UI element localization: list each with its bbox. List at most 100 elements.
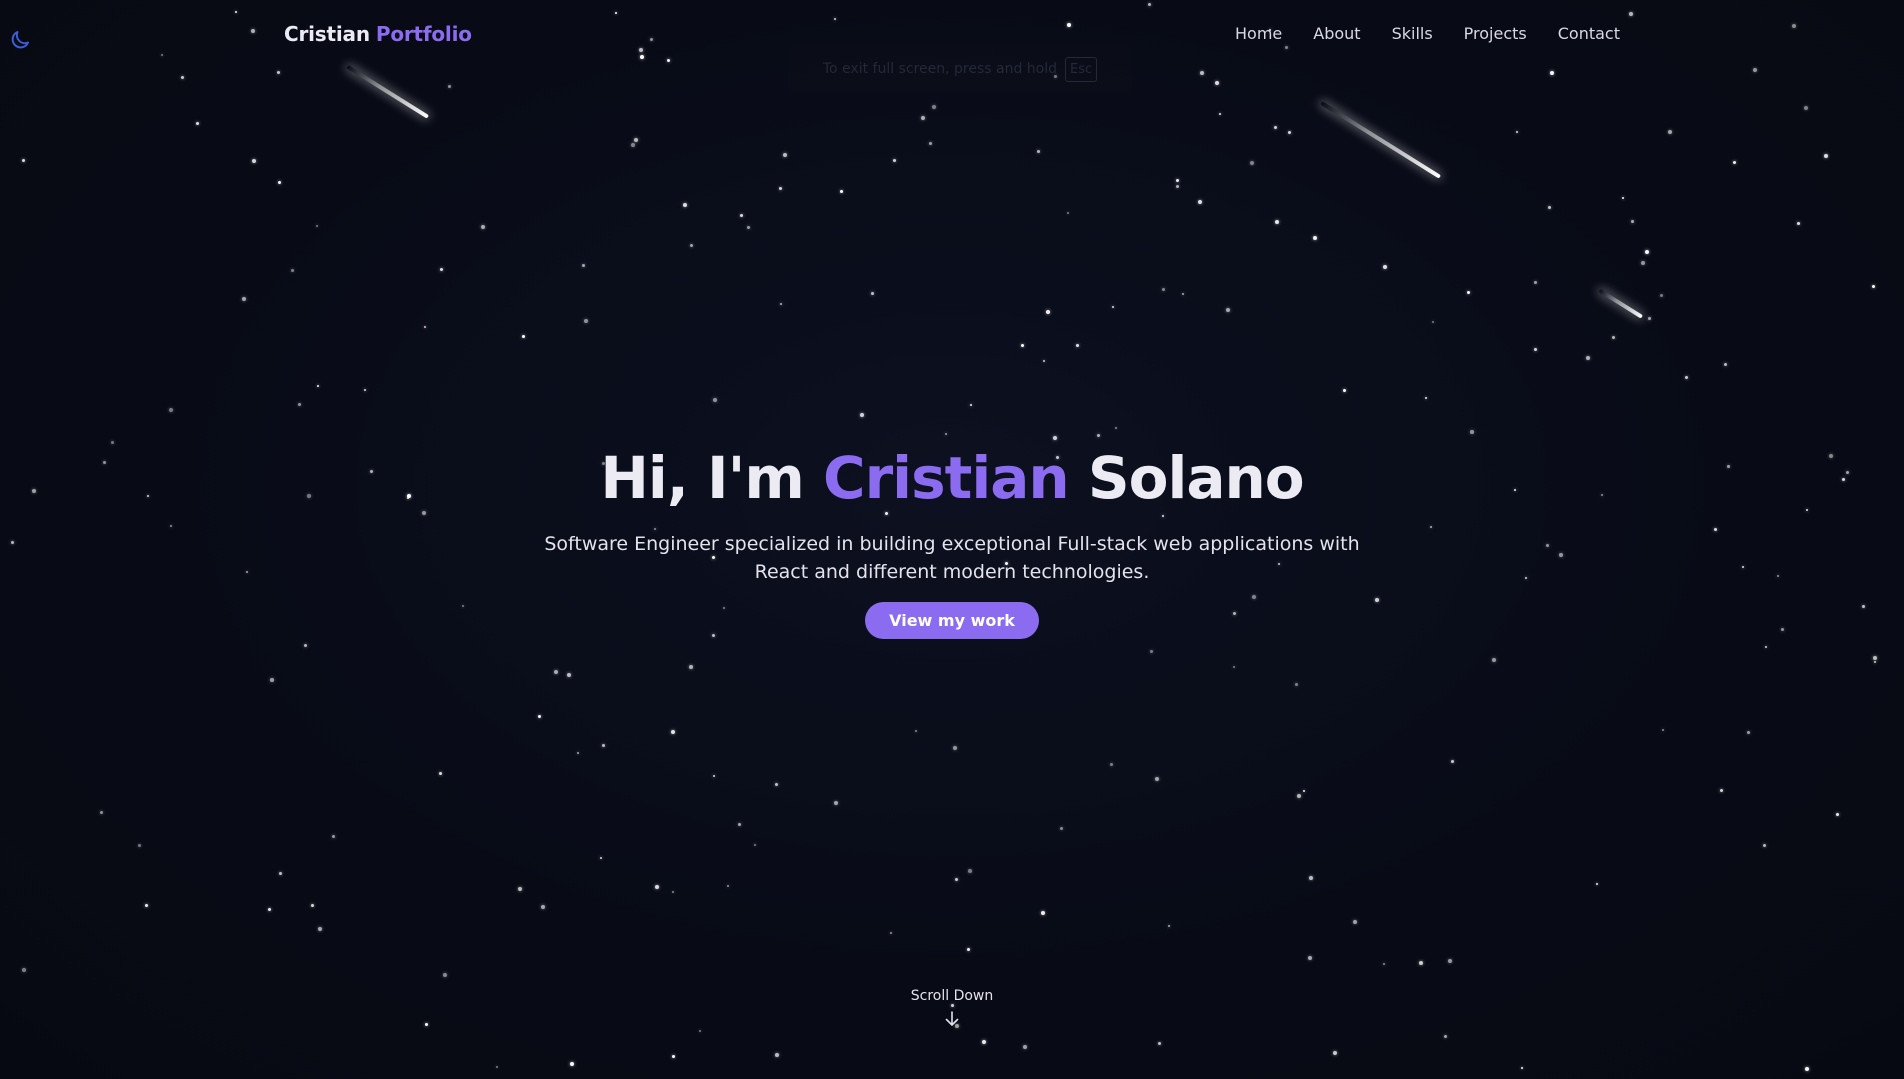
star bbox=[775, 783, 778, 786]
star bbox=[967, 948, 970, 951]
star bbox=[921, 116, 925, 120]
star bbox=[689, 665, 693, 669]
hero-tagline: Software Engineer specialized in buildin… bbox=[544, 533, 1360, 583]
star bbox=[1548, 206, 1551, 209]
star bbox=[713, 398, 717, 402]
arrow-down-icon bbox=[945, 1011, 959, 1026]
nav-projects[interactable]: Projects bbox=[1464, 24, 1527, 43]
star bbox=[655, 885, 659, 889]
star bbox=[779, 187, 782, 190]
moon-icon bbox=[11, 31, 29, 49]
star bbox=[1297, 794, 1301, 798]
view-my-work-button[interactable]: View my work bbox=[865, 602, 1039, 639]
star bbox=[740, 214, 743, 217]
nav-contact[interactable]: Contact bbox=[1558, 24, 1620, 43]
star bbox=[1550, 71, 1554, 75]
scroll-down-link[interactable]: Scroll Down bbox=[0, 988, 1904, 1028]
star bbox=[316, 225, 318, 227]
star bbox=[1158, 1042, 1161, 1045]
star bbox=[775, 1053, 779, 1057]
star bbox=[1685, 376, 1688, 379]
star bbox=[1115, 427, 1117, 429]
nav-about[interactable]: About bbox=[1313, 24, 1360, 43]
star bbox=[672, 1055, 675, 1058]
star bbox=[1733, 161, 1736, 164]
star bbox=[1041, 911, 1045, 915]
star bbox=[834, 18, 836, 20]
star bbox=[699, 1030, 701, 1032]
star bbox=[970, 404, 972, 406]
star bbox=[1285, 46, 1288, 49]
nav-skills[interactable]: Skills bbox=[1392, 24, 1433, 43]
star bbox=[683, 203, 687, 207]
theme-toggle-button[interactable] bbox=[8, 28, 32, 52]
star bbox=[1182, 293, 1184, 295]
star bbox=[672, 891, 674, 893]
star bbox=[932, 105, 936, 109]
star bbox=[1353, 920, 1357, 924]
star bbox=[332, 835, 335, 838]
star bbox=[1275, 220, 1279, 224]
star bbox=[577, 752, 579, 754]
star bbox=[1219, 113, 1221, 115]
star bbox=[1648, 317, 1651, 320]
nav-home[interactable]: Home bbox=[1235, 24, 1282, 43]
star bbox=[1097, 434, 1100, 437]
star bbox=[291, 269, 294, 272]
star bbox=[161, 54, 163, 56]
star bbox=[304, 644, 307, 647]
star bbox=[1198, 200, 1202, 204]
star bbox=[22, 159, 25, 162]
star bbox=[1641, 261, 1645, 265]
star bbox=[181, 76, 184, 79]
star bbox=[1067, 23, 1071, 27]
star bbox=[582, 264, 585, 267]
star bbox=[1162, 288, 1165, 291]
main-nav: Home About Skills Projects Contact bbox=[1235, 24, 1620, 43]
star bbox=[783, 153, 787, 157]
star bbox=[1383, 963, 1385, 965]
star bbox=[1112, 306, 1114, 308]
star bbox=[968, 869, 972, 873]
star bbox=[1043, 360, 1045, 362]
star bbox=[496, 1066, 498, 1068]
star bbox=[738, 823, 741, 826]
star bbox=[138, 844, 141, 847]
star bbox=[650, 38, 653, 41]
star bbox=[1060, 827, 1063, 830]
hero-last-name: Solano bbox=[1087, 444, 1305, 512]
hero-first-name: Cristian bbox=[823, 444, 1070, 512]
star bbox=[1622, 197, 1624, 199]
star bbox=[1250, 161, 1254, 165]
star bbox=[443, 973, 447, 977]
star bbox=[1176, 179, 1179, 182]
star bbox=[1226, 308, 1230, 312]
star bbox=[1470, 430, 1474, 434]
star bbox=[252, 159, 256, 163]
star bbox=[1765, 646, 1767, 648]
star bbox=[1763, 844, 1766, 847]
star bbox=[631, 143, 635, 147]
star bbox=[518, 887, 522, 891]
star bbox=[268, 908, 271, 911]
fullscreen-notice-text: To exit full screen, press and hold bbox=[822, 61, 1057, 77]
star bbox=[1215, 81, 1219, 85]
star bbox=[1660, 294, 1663, 297]
star bbox=[554, 670, 558, 674]
star bbox=[690, 244, 693, 247]
star bbox=[169, 408, 173, 412]
star bbox=[1492, 658, 1496, 662]
star bbox=[541, 905, 545, 909]
star bbox=[1432, 321, 1434, 323]
star bbox=[1313, 236, 1317, 240]
star bbox=[1612, 336, 1615, 339]
star bbox=[100, 811, 103, 814]
star bbox=[639, 48, 643, 52]
star bbox=[667, 59, 670, 62]
brand-logo[interactable]: Cristian Portfolio bbox=[284, 22, 472, 46]
star bbox=[1534, 348, 1537, 351]
star bbox=[1303, 790, 1305, 792]
star bbox=[1021, 344, 1024, 347]
star bbox=[1155, 777, 1159, 781]
star bbox=[298, 403, 301, 406]
